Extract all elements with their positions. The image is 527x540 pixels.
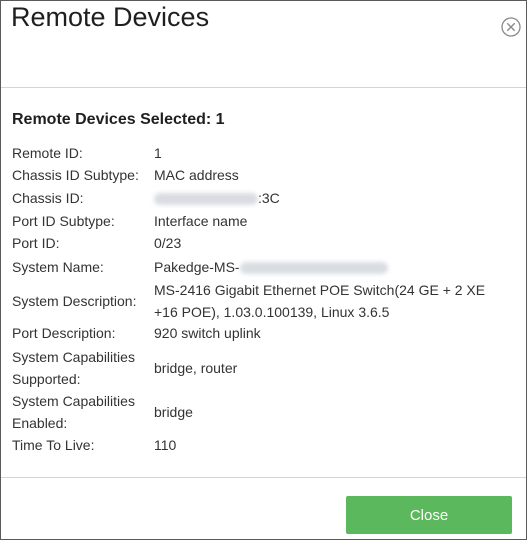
capabilities-enabled-label: System Capabilities Enabled: xyxy=(12,390,152,434)
system-description-row: System Description: MS-2416 Gigabit Ethe… xyxy=(12,279,512,323)
port-id-value: 0/23 xyxy=(154,235,182,251)
port-id-subtype-label: Port ID Subtype: xyxy=(12,213,115,229)
dialog-header: Remote Devices xyxy=(1,1,526,88)
redacted-system-name xyxy=(239,262,388,275)
capabilities-supported-label-line1: System Capabilities xyxy=(12,349,135,365)
remote-id-label: Remote ID: xyxy=(12,145,83,161)
dialog-title: Remote Devices xyxy=(11,2,210,32)
capabilities-enabled-row: System Capabilities Enabled: bridge xyxy=(12,390,512,434)
capabilities-supported-value: bridge, router xyxy=(154,360,238,376)
remote-id-value: 1 xyxy=(154,145,162,161)
capabilities-supported-label-line2: Supported: xyxy=(12,371,81,387)
system-name-value: Pakedge-MS- xyxy=(154,256,509,278)
system-name-prefix: Pakedge-MS- xyxy=(154,259,240,275)
port-id-label: Port ID: xyxy=(12,235,60,251)
system-description-line2: +16 POE), 1.03.0.100139, Linux 3.6.5 xyxy=(154,304,390,320)
port-description-value: 920 switch uplink xyxy=(154,325,261,341)
system-description-value: MS-2416 Gigabit Ethernet POE Switch(24 G… xyxy=(154,279,509,323)
remote-devices-selected-count: Remote Devices Selected: 1 xyxy=(12,111,225,128)
system-description-label: System Description: xyxy=(12,293,137,309)
capabilities-enabled-label-line1: System Capabilities xyxy=(12,393,135,409)
system-name-label: System Name: xyxy=(12,259,104,275)
chassis-id-subtype-value: MAC address xyxy=(154,167,239,183)
time-to-live-value: 110 xyxy=(154,437,177,453)
system-description-line1: MS-2416 Gigabit Ethernet POE Switch(24 G… xyxy=(154,282,486,298)
capabilities-enabled-label-line2: Enabled: xyxy=(12,415,68,431)
capabilities-supported-label: System Capabilities Supported: xyxy=(12,346,152,390)
remote-devices-dialog: Remote Devices Remote Devices Selected: … xyxy=(0,0,527,540)
capabilities-supported-row: System Capabilities Supported: bridge, r… xyxy=(12,346,512,390)
time-to-live-label: Time To Live: xyxy=(12,437,95,453)
capabilities-enabled-value: bridge xyxy=(154,404,193,420)
port-id-subtype-value: Interface name xyxy=(154,213,248,229)
chassis-id-value: :3C xyxy=(154,187,509,209)
close-circle-icon[interactable] xyxy=(501,17,521,37)
dialog-footer: Close xyxy=(1,478,526,539)
chassis-id-subtype-label: Chassis ID Subtype: xyxy=(12,167,139,183)
chassis-id-suffix: :3C xyxy=(258,190,280,206)
close-button[interactable]: Close xyxy=(346,496,512,534)
redacted-mac-address xyxy=(154,193,258,206)
chassis-id-label: Chassis ID: xyxy=(12,190,84,206)
port-description-label: Port Description: xyxy=(12,325,116,341)
